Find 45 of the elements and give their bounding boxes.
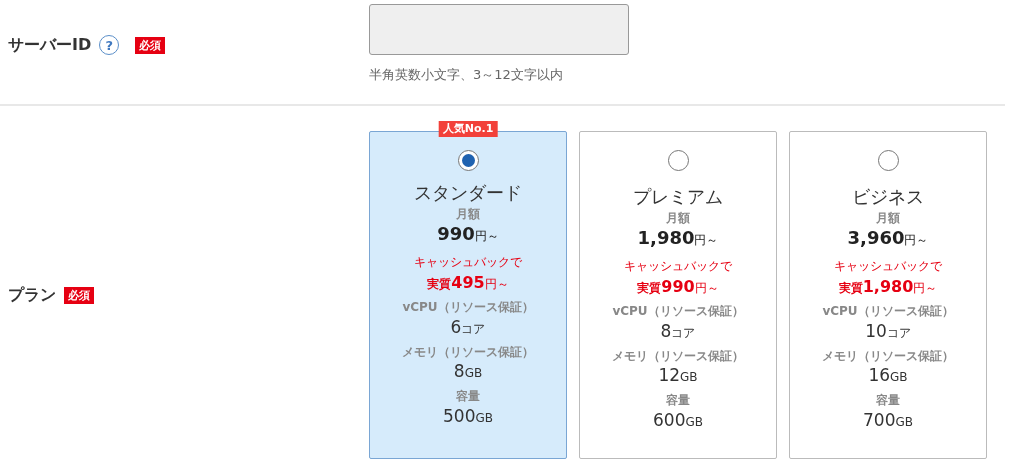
price-label: 月額 [875, 210, 901, 227]
spec-value: 6コア [450, 316, 486, 337]
spec-label: vCPU（リソース保証） [611, 302, 745, 320]
spec-label: メモリ（リソース保証） [611, 347, 745, 365]
spec-label: メモリ（リソース保証） [821, 347, 955, 365]
field-label: サーバーID [8, 34, 92, 56]
price-text: 990円～ [437, 222, 499, 244]
plan-name: スタンダード [413, 181, 523, 205]
price-label: 月額 [455, 206, 481, 223]
radio-button[interactable] [457, 150, 479, 171]
input-field[interactable] [369, 4, 629, 55]
spec-label: 容量 [455, 388, 481, 406]
effective-price: 実質1,980円～ [838, 276, 938, 296]
spec-value: 600GB [653, 410, 703, 431]
field-label: プラン [8, 284, 56, 306]
plan-card[interactable]: ビジネス 月額 3,960円～ キャッシュバックで 実質1,980円～ vCPU（リソース保証） 10 コア メモリ（リソース保証） 16GB 容量 700GB [789, 131, 987, 459]
spec-label: vCPU（リソース保証） [401, 298, 535, 316]
price-text: 1,980円～ [637, 226, 719, 248]
required-tag: 必須 [135, 36, 166, 54]
spec-label: メモリ（リソース保証） [401, 343, 535, 361]
spec-value: 10 コア [865, 320, 911, 341]
required-tag: 必須 [64, 286, 94, 304]
price-label: 月額 [665, 210, 691, 227]
plan-card[interactable]: プレミアム 月額 1,980円～ キャッシュバックで 実質990円～ vCPU（リソース保証） 8 コア メモリ（リソース保証） 12GB 容量 600GB [579, 131, 777, 459]
spec-value: 12GB [658, 365, 698, 386]
spec-value: 500GB [443, 406, 493, 427]
price-text: 3,960円～ [847, 226, 929, 248]
hint-text: 半角英数小文字、3～12文字以内 [369, 66, 564, 84]
effective-price: 実質990円～ [637, 276, 719, 296]
spec-value: 8GB [453, 361, 483, 382]
spec-label: 容量 [665, 392, 691, 410]
effective-price: 実質495円～ [427, 272, 509, 292]
plan-name: プレミアム [632, 185, 724, 209]
cashback-text: キャッシュバックで [413, 253, 523, 271]
spec-label: 容量 [875, 392, 901, 410]
radio-button[interactable] [667, 150, 689, 171]
popular-badge: 人気No.1 [438, 121, 498, 138]
spec-label: vCPU（リソース保証） [821, 302, 955, 320]
cashback-text: キャッシュバックで [623, 257, 733, 275]
spec-value: 700GB [863, 410, 913, 431]
spec-value: 8 コア [660, 320, 696, 341]
radio-button[interactable] [877, 150, 899, 171]
plan-name: ビジネス [851, 185, 925, 209]
spec-value: 16GB [868, 365, 908, 386]
cashback-text: キャッシュバックで [833, 257, 943, 275]
